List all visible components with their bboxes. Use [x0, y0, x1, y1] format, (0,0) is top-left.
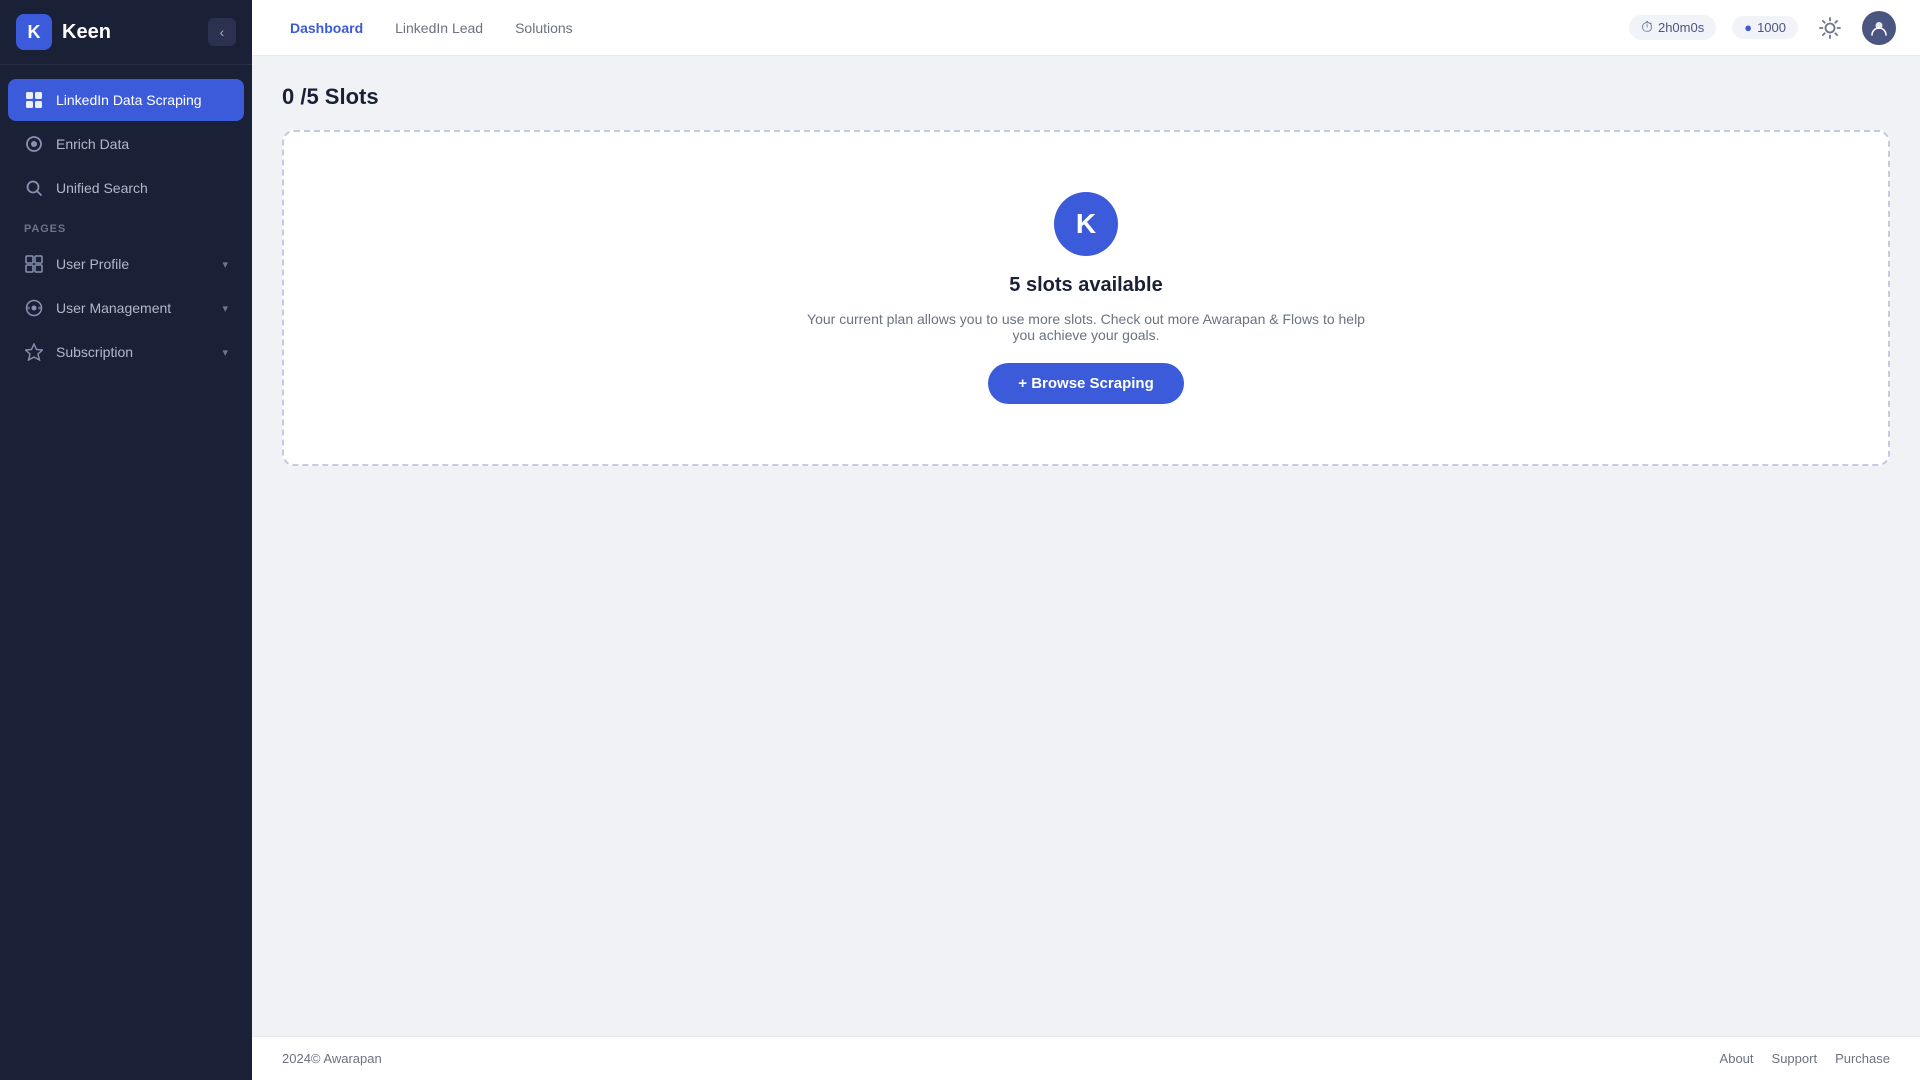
sidebar-item-unified-label: Unified Search — [56, 180, 148, 196]
sidebar-navigation: LinkedIn Data Scraping Enrich Data Unifi… — [0, 65, 252, 1080]
user-profile-icon — [24, 254, 44, 274]
subscription-icon — [24, 342, 44, 362]
brand-name: Keen — [62, 21, 111, 44]
footer-copyright: 2024© Awarapan — [282, 1051, 382, 1066]
brand-logo: K — [16, 14, 52, 50]
main-content: 0 /5 Slots K 5 slots available Your curr… — [252, 56, 1920, 1036]
brand: K Keen — [16, 14, 111, 50]
keen-logo-circle: K — [1054, 192, 1118, 256]
credits-value: 1000 — [1757, 20, 1786, 35]
top-navigation: Dashboard LinkedIn Lead Solutions ⏱ 2h0m… — [252, 0, 1920, 56]
sidebar-item-subscription-label: Subscription — [56, 344, 133, 360]
credits-badge: ● 1000 — [1732, 16, 1798, 39]
footer-link-purchase[interactable]: Purchase — [1835, 1051, 1890, 1066]
sidebar-item-subscription[interactable]: Subscription ▾ — [8, 331, 244, 373]
theme-toggle-button[interactable] — [1814, 12, 1846, 44]
sidebar-item-linkedin-label: LinkedIn Data Scraping — [56, 92, 202, 108]
sidebar-item-user-profile-label: User Profile — [56, 256, 129, 272]
tab-dashboard[interactable]: Dashboard — [276, 14, 377, 42]
slots-available-heading: 5 slots available — [1009, 274, 1162, 297]
sidebar-header: K Keen ‹ — [0, 0, 252, 65]
sidebar-item-enrich-label: Enrich Data — [56, 136, 129, 152]
browse-scraping-button[interactable]: + Browse Scraping — [988, 363, 1183, 404]
credits-icon: ● — [1744, 20, 1752, 35]
timer-icon: ⏱ — [1641, 19, 1653, 36]
sidebar-item-linkedin-data-scraping[interactable]: LinkedIn Data Scraping — [8, 79, 244, 121]
timer-value: 2h0m0s — [1658, 20, 1704, 35]
sidebar-item-user-management-label: User Management — [56, 300, 171, 316]
sidebar: K Keen ‹ LinkedIn Data Scraping — [0, 0, 252, 1080]
page-footer: 2024© Awarapan About Support Purchase — [252, 1036, 1920, 1080]
footer-link-support[interactable]: Support — [1772, 1051, 1818, 1066]
user-avatar-button[interactable] — [1862, 11, 1896, 45]
slots-description: Your current plan allows you to use more… — [806, 311, 1366, 343]
sidebar-collapse-button[interactable]: ‹ — [208, 18, 236, 46]
subscription-chevron-icon: ▾ — [222, 346, 228, 359]
sidebar-item-user-profile[interactable]: User Profile ▾ — [8, 243, 244, 285]
topnav-right: ⏱ 2h0m0s ● 1000 — [1629, 11, 1896, 45]
footer-links: About Support Purchase — [1720, 1051, 1890, 1066]
user-management-chevron-icon: ▾ — [222, 302, 228, 315]
footer-link-about[interactable]: About — [1720, 1051, 1754, 1066]
tab-linkedin-lead[interactable]: LinkedIn Lead — [381, 14, 497, 42]
user-management-icon — [24, 298, 44, 318]
user-profile-chevron-icon: ▾ — [222, 258, 228, 271]
timer-badge: ⏱ 2h0m0s — [1629, 15, 1716, 40]
sidebar-item-user-management[interactable]: User Management ▾ — [8, 287, 244, 329]
unified-search-icon — [24, 178, 44, 198]
main-area: Dashboard LinkedIn Lead Solutions ⏱ 2h0m… — [252, 0, 1920, 1080]
linkedin-data-scraping-icon — [24, 90, 44, 110]
pages-section-label: PAGES — [0, 211, 252, 241]
enrich-data-icon — [24, 134, 44, 154]
slots-title: 0 /5 Slots — [282, 84, 1890, 110]
empty-state-card: K 5 slots available Your current plan al… — [282, 130, 1890, 466]
tab-solutions[interactable]: Solutions — [501, 14, 587, 42]
sidebar-item-unified-search[interactable]: Unified Search — [8, 167, 244, 209]
sidebar-item-enrich-data[interactable]: Enrich Data — [8, 123, 244, 165]
